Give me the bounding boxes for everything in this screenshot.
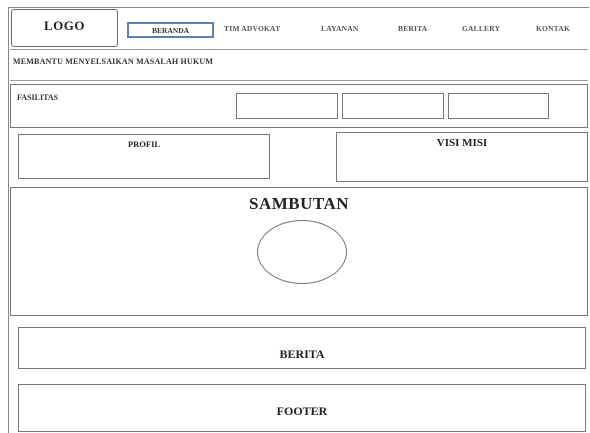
footer-label: FOOTER [276, 404, 328, 418]
fasilitas-card-2[interactable] [342, 93, 444, 119]
nav-item-beranda-label: BERANDA [151, 26, 190, 35]
footer-section: FOOTER [18, 384, 586, 432]
sambutan-photo-placeholder [257, 220, 347, 284]
nav-item-kontak[interactable]: KONTAK [536, 24, 570, 33]
berita-label: BERITA [279, 347, 325, 361]
fasilitas-card-1[interactable] [236, 93, 338, 119]
header-divider [10, 49, 588, 50]
profil-section: PROFIL [18, 134, 270, 179]
logo-text: LOGO [43, 18, 85, 33]
fasilitas-label: FASILITAS [17, 93, 59, 102]
berita-section: BERITA [18, 327, 586, 369]
profil-label: PROFIL [127, 139, 161, 149]
nav-item-tim-advokat[interactable]: TIM ADVOKAT [224, 24, 280, 33]
visi-misi-section: VISI MISI [336, 132, 588, 182]
visi-misi-label: VISI MISI [436, 137, 488, 149]
nav-item-gallery[interactable]: GALLERY [462, 24, 500, 33]
nav-item-berita[interactable]: BERITA [398, 24, 427, 33]
logo-box[interactable]: LOGO [11, 9, 118, 47]
tagline-divider [10, 80, 588, 81]
fasilitas-card-3[interactable] [448, 93, 549, 119]
nav-item-beranda[interactable]: BERANDA [127, 22, 214, 38]
sambutan-label: SAMBUTAN [248, 194, 350, 213]
tagline: MEMBANTU MENYELSAIKAN MASALAH HUKUM [13, 57, 214, 66]
nav-item-layanan[interactable]: LAYANAN [321, 24, 359, 33]
